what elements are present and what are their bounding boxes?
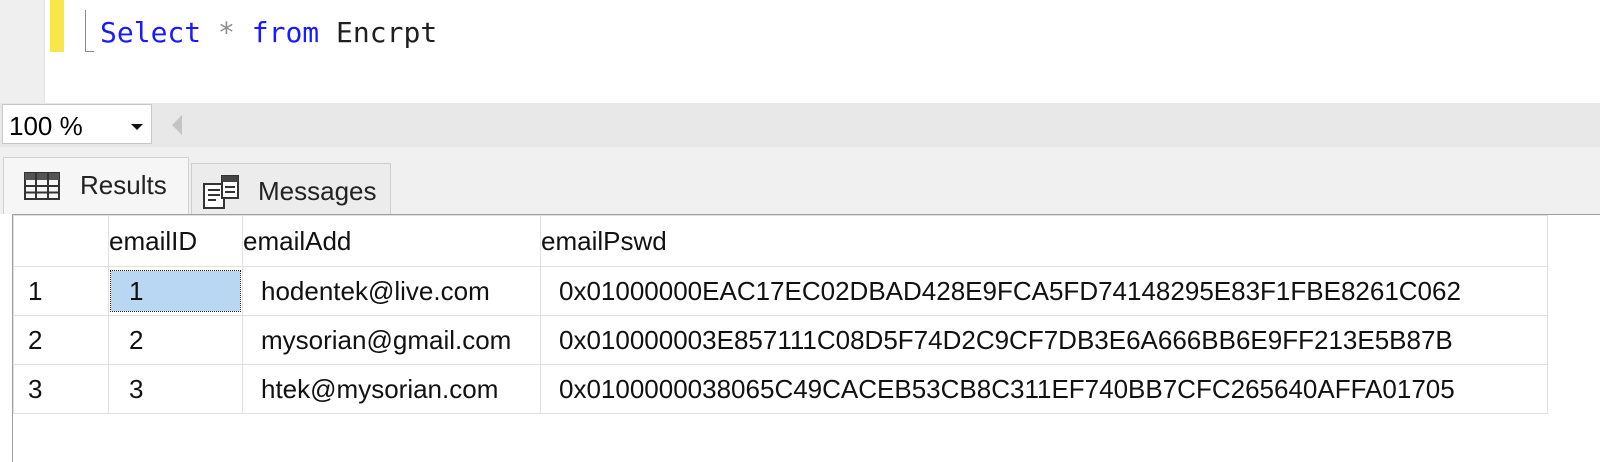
table-row: 3 3 htek@mysorian.com 0x0100000038065C49… xyxy=(13,364,1548,414)
cell-emailid: 1 xyxy=(110,270,241,312)
cell-emailid: 2 xyxy=(129,324,144,355)
result-tabs: Results Messages xyxy=(0,147,1600,214)
tab-results[interactable]: Results xyxy=(3,157,189,214)
outline-bracket-end xyxy=(85,51,94,52)
cell[interactable]: 0x0100000038065C49CACEB53CB8C311EF740BB7… xyxy=(540,364,1548,414)
tab-messages-label: Messages xyxy=(258,176,377,206)
cell-emailadd: hodentek@live.com xyxy=(261,275,490,306)
scroll-left-arrow-icon[interactable] xyxy=(172,115,182,135)
cell-emailpswd: 0x010000003E857111C08D5F74D2C9CF7DB3E6A6… xyxy=(559,324,1453,355)
cell-emailpswd: 0x01000000EAC17EC02DBAD428E9FCA5FD741482… xyxy=(559,275,1461,306)
row-number[interactable]: 2 xyxy=(13,315,109,365)
change-marker xyxy=(50,0,64,52)
zoom-bar: 100 % xyxy=(0,103,1600,147)
cell[interactable]: 2 xyxy=(108,315,243,365)
header-row: emailID emailAdd emailPswd xyxy=(13,215,1548,267)
cell[interactable]: 0x01000000EAC17EC02DBAD428E9FCA5FD741482… xyxy=(540,266,1548,316)
tab-messages[interactable]: Messages xyxy=(191,163,391,214)
results-grid[interactable]: emailID emailAdd emailPswd 1 1 hodentek@… xyxy=(12,214,1600,462)
zoom-value: 100 % xyxy=(9,111,83,141)
selected-cell[interactable]: 1 xyxy=(108,266,243,316)
chevron-down-icon xyxy=(131,124,143,130)
column-header-emailadd[interactable]: emailAdd xyxy=(242,215,541,267)
column-header-emailpswd[interactable]: emailPswd xyxy=(540,215,1548,267)
table-row: 2 2 mysorian@gmail.com 0x010000003E85711… xyxy=(13,315,1548,365)
table-name: Encrpt xyxy=(336,16,438,49)
row-number[interactable]: 3 xyxy=(13,364,109,414)
grid-icon xyxy=(24,172,60,200)
cell[interactable]: mysorian@gmail.com xyxy=(242,315,541,365)
cell[interactable]: htek@mysorian.com xyxy=(242,364,541,414)
cell-emailpswd: 0x0100000038065C49CACEB53CB8C311EF740BB7… xyxy=(559,373,1455,404)
column-header-emailid[interactable]: emailID xyxy=(108,215,243,267)
cell-emailadd: mysorian@gmail.com xyxy=(261,324,512,355)
messages-icon xyxy=(203,175,239,209)
results-table: emailID emailAdd emailPswd 1 1 hodentek@… xyxy=(13,215,1548,414)
keyword-from: from xyxy=(251,16,320,49)
query-editor[interactable]: Select * from Encrpt xyxy=(0,0,1600,103)
cell[interactable]: 0x010000003E857111C08D5F74D2C9CF7DB3E6A6… xyxy=(540,315,1548,365)
outline-bracket xyxy=(85,10,86,52)
table-row: 1 1 hodentek@live.com 0x01000000EAC17EC0… xyxy=(13,266,1548,316)
zoom-dropdown[interactable]: 100 % xyxy=(2,104,152,144)
star-operator: * xyxy=(218,16,235,49)
keyword-select: Select xyxy=(100,16,202,49)
editor-gutter xyxy=(0,0,45,103)
cell[interactable]: hodentek@live.com xyxy=(242,266,541,316)
cell-emailid: 3 xyxy=(129,373,144,404)
cell[interactable]: 3 xyxy=(108,364,243,414)
row-number[interactable]: 1 xyxy=(13,266,109,316)
tab-results-label: Results xyxy=(80,170,167,200)
query-text[interactable]: Select * from Encrpt xyxy=(100,13,437,53)
corner-cell[interactable] xyxy=(13,215,109,267)
cell-emailadd: htek@mysorian.com xyxy=(261,373,499,404)
